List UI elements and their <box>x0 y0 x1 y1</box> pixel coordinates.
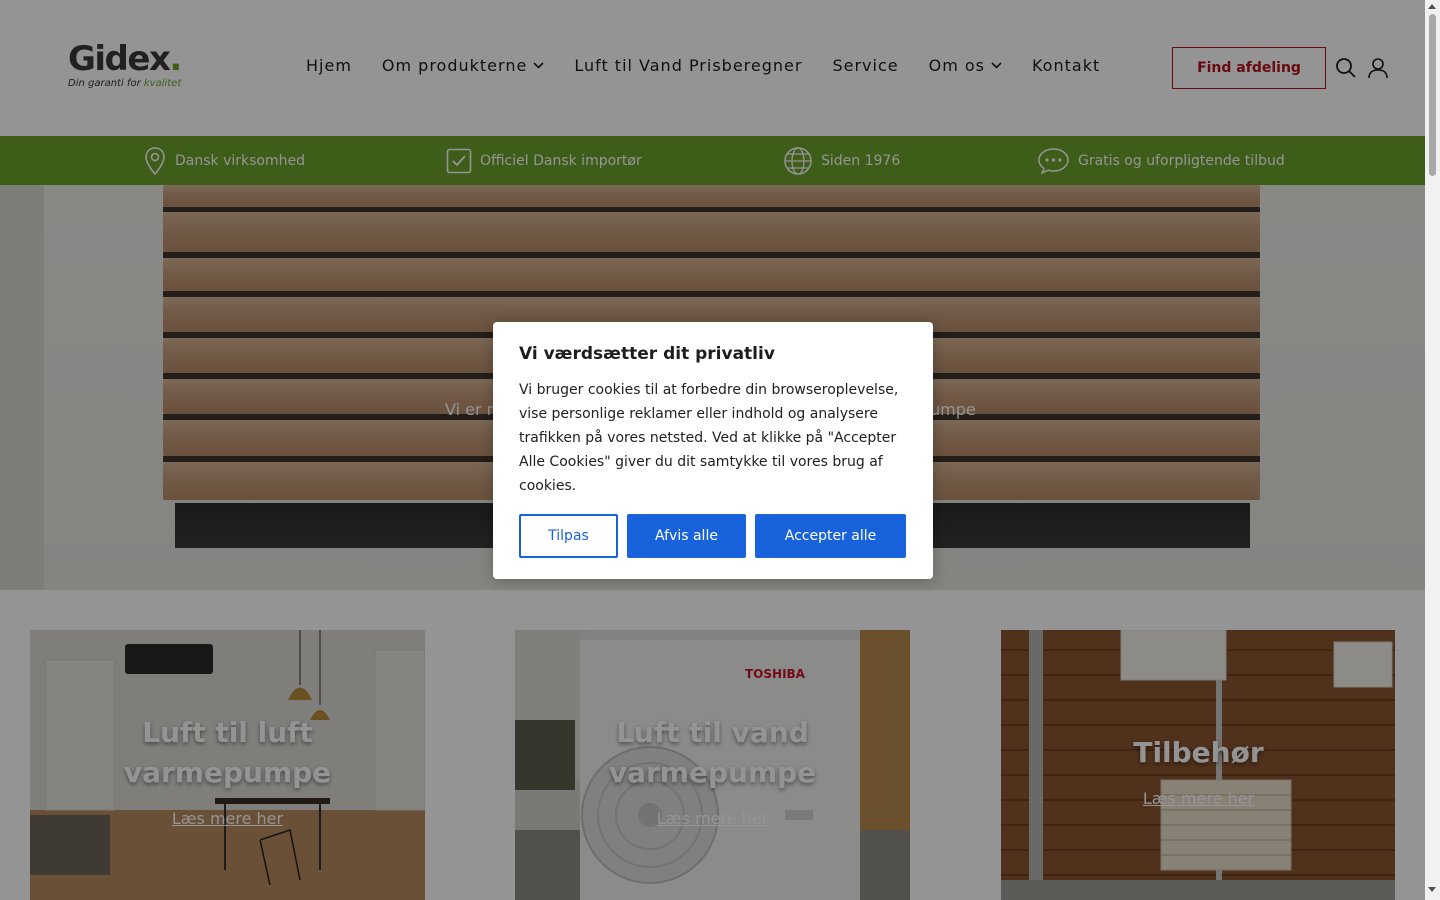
accept-all-button[interactable]: Accepter alle <box>755 514 906 558</box>
cookie-consent-dialog: Vi værdsætter dit privatliv Vi bruger co… <box>493 322 933 579</box>
customize-button[interactable]: Tilpas <box>519 514 618 558</box>
scroll-up-arrow-icon[interactable] <box>1428 4 1436 9</box>
cookie-dialog-title: Vi værdsætter dit privatliv <box>519 344 775 364</box>
cookie-button-group: Tilpas Afvis alle Accepter alle <box>519 514 906 558</box>
scroll-down-arrow-icon[interactable] <box>1428 887 1436 892</box>
page-scrollbar[interactable] <box>1425 0 1440 900</box>
reject-all-button[interactable]: Afvis alle <box>627 514 746 558</box>
cookie-dialog-text: Vi bruger cookies til at forbedre din br… <box>519 382 899 494</box>
scrollbar-thumb[interactable] <box>1429 14 1436 176</box>
